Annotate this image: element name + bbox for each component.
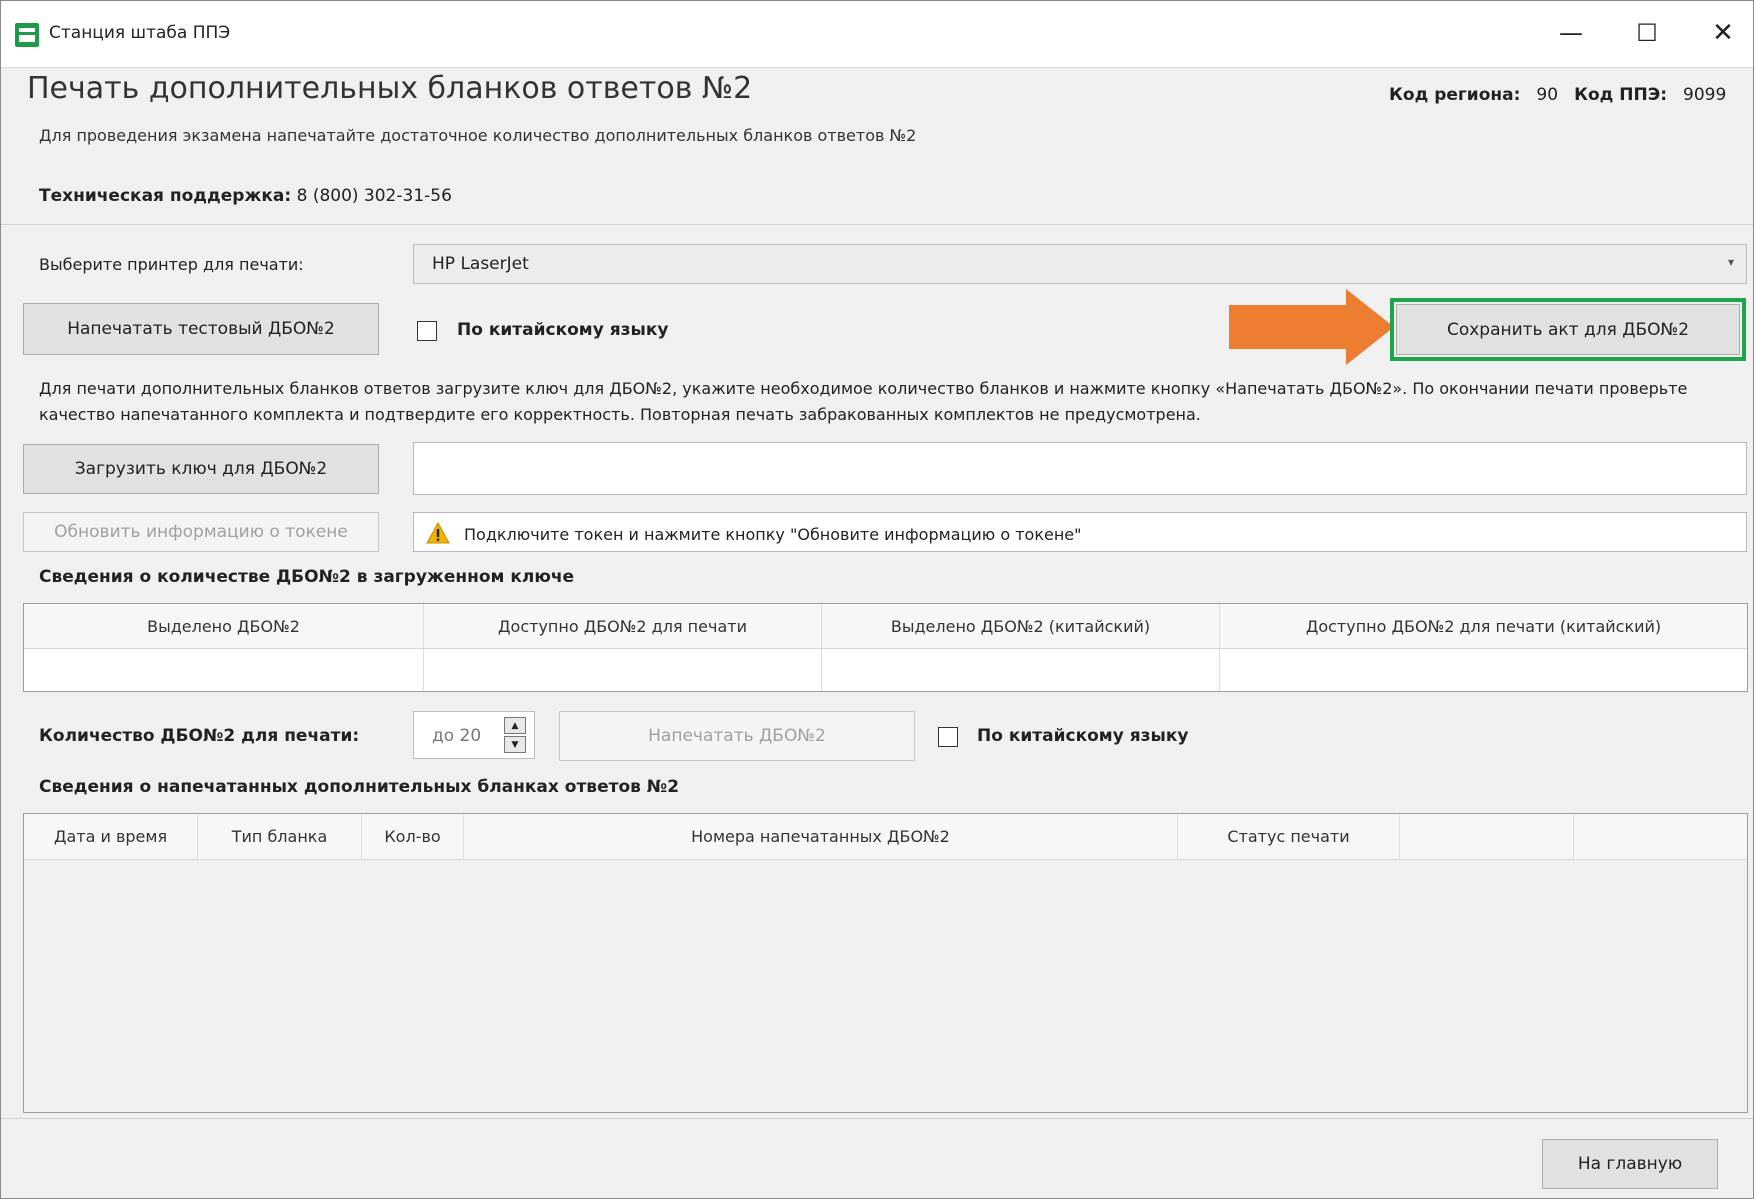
- printer-select[interactable]: HP LaserJet ▾: [413, 244, 1747, 284]
- region-info: Код региона: 90 Код ППЭ: 9099: [1389, 85, 1726, 105]
- token-status-message: Подключите токен и нажмите кнопку "Обнов…: [464, 525, 1082, 544]
- column-header: Кол-во: [362, 814, 464, 859]
- column-header: [1574, 814, 1747, 859]
- app-window: Станция штаба ППЭ — ☐ ✕ Печать дополните…: [0, 0, 1754, 1199]
- printed-table-body: [24, 860, 1747, 1112]
- page-subtitle: Для проведения экзамена напечатайте дост…: [39, 126, 917, 145]
- print-qty-stepper[interactable]: до 20 ▲ ▼: [413, 711, 535, 759]
- close-button[interactable]: ✕: [1701, 13, 1745, 53]
- printed-table: Дата и время Тип бланка Кол-во Номера на…: [23, 813, 1748, 1113]
- chinese-print-checkbox[interactable]: [938, 727, 958, 747]
- table-cell: [822, 649, 1220, 691]
- print-qty-label: Количество ДБО№2 для печати:: [39, 726, 360, 746]
- column-header: Дата и время: [24, 814, 198, 859]
- support-info: Техническая поддержка: 8 (800) 302-31-56: [39, 186, 452, 206]
- print-test-button[interactable]: Напечатать тестовый ДБО№2: [23, 303, 379, 355]
- support-label: Техническая поддержка:: [39, 186, 292, 206]
- spin-down-icon[interactable]: ▼: [504, 736, 526, 753]
- table-cell: [424, 649, 822, 691]
- home-button[interactable]: На главную: [1542, 1139, 1718, 1189]
- column-header: Доступно ДБО№2 для печати (китайский): [1305, 616, 1662, 636]
- chinese-print-label: По китайскому языку: [977, 726, 1189, 746]
- column-header: [1400, 814, 1574, 859]
- printer-label: Выберите принтер для печати:: [39, 255, 304, 274]
- ppe-code-value: 9099: [1683, 85, 1727, 105]
- column-header: Статус печати: [1178, 814, 1400, 859]
- refresh-token-button[interactable]: Обновить информацию о токене: [23, 512, 379, 552]
- column-header: Выделено ДБО№2 (китайский): [822, 604, 1220, 648]
- print-button[interactable]: Напечатать ДБО№2: [559, 711, 915, 761]
- printed-header: Дата и время Тип бланка Кол-во Номера на…: [24, 814, 1747, 860]
- divider: [1, 1118, 1753, 1119]
- column-header: Доступно ДБО№2 для печати: [424, 604, 822, 648]
- table-cell: [24, 649, 424, 691]
- app-logo-icon: [15, 23, 39, 47]
- title-bar: Станция штаба ППЭ — ☐ ✕: [1, 1, 1753, 68]
- chinese-test-checkbox[interactable]: [417, 321, 437, 341]
- key-path-field[interactable]: [413, 442, 1747, 495]
- printed-heading: Сведения о напечатанных дополнительных б…: [39, 777, 680, 797]
- key-info-header: Выделено ДБО№2 Доступно ДБО№2 для печати…: [24, 604, 1747, 649]
- instructions-text: Для печати дополнительных бланков ответо…: [39, 379, 1688, 424]
- region-code-value: 90: [1536, 85, 1559, 105]
- key-info-table: Выделено ДБО№2 Доступно ДБО№2 для печати…: [23, 603, 1748, 692]
- window-title: Станция штаба ППЭ: [49, 23, 231, 43]
- print-qty-value: до 20: [432, 726, 482, 746]
- ppe-code-label: Код ППЭ:: [1574, 85, 1668, 105]
- column-header: Выделено ДБО№2: [24, 604, 424, 648]
- key-info-heading: Сведения о количестве ДБО№2 в загруженно…: [39, 567, 575, 587]
- highlight-frame: [1390, 298, 1746, 361]
- support-phone: 8 (800) 302-31-56: [296, 186, 452, 206]
- maximize-button[interactable]: ☐: [1625, 13, 1669, 53]
- minimize-button[interactable]: —: [1549, 13, 1593, 53]
- divider: [1, 224, 1753, 225]
- chevron-down-icon: ▾: [1727, 255, 1734, 269]
- column-header: Тип бланка: [198, 814, 362, 859]
- warning-icon: [426, 522, 450, 544]
- chinese-test-label: По китайскому языку: [457, 320, 669, 340]
- region-code-label: Код региона:: [1389, 85, 1521, 105]
- spin-up-icon[interactable]: ▲: [504, 717, 526, 734]
- page-title: Печать дополнительных бланков ответов №2: [27, 71, 753, 106]
- orange-arrow-icon: [1229, 289, 1394, 365]
- token-status-panel: Подключите токен и нажмите кнопку "Обнов…: [413, 512, 1747, 552]
- spin-buttons: ▲ ▼: [504, 717, 528, 753]
- load-key-button[interactable]: Загрузить ключ для ДБО№2: [23, 444, 379, 494]
- printer-select-value: HP LaserJet: [432, 254, 529, 274]
- column-header: Номера напечатанных ДБО№2: [464, 814, 1178, 859]
